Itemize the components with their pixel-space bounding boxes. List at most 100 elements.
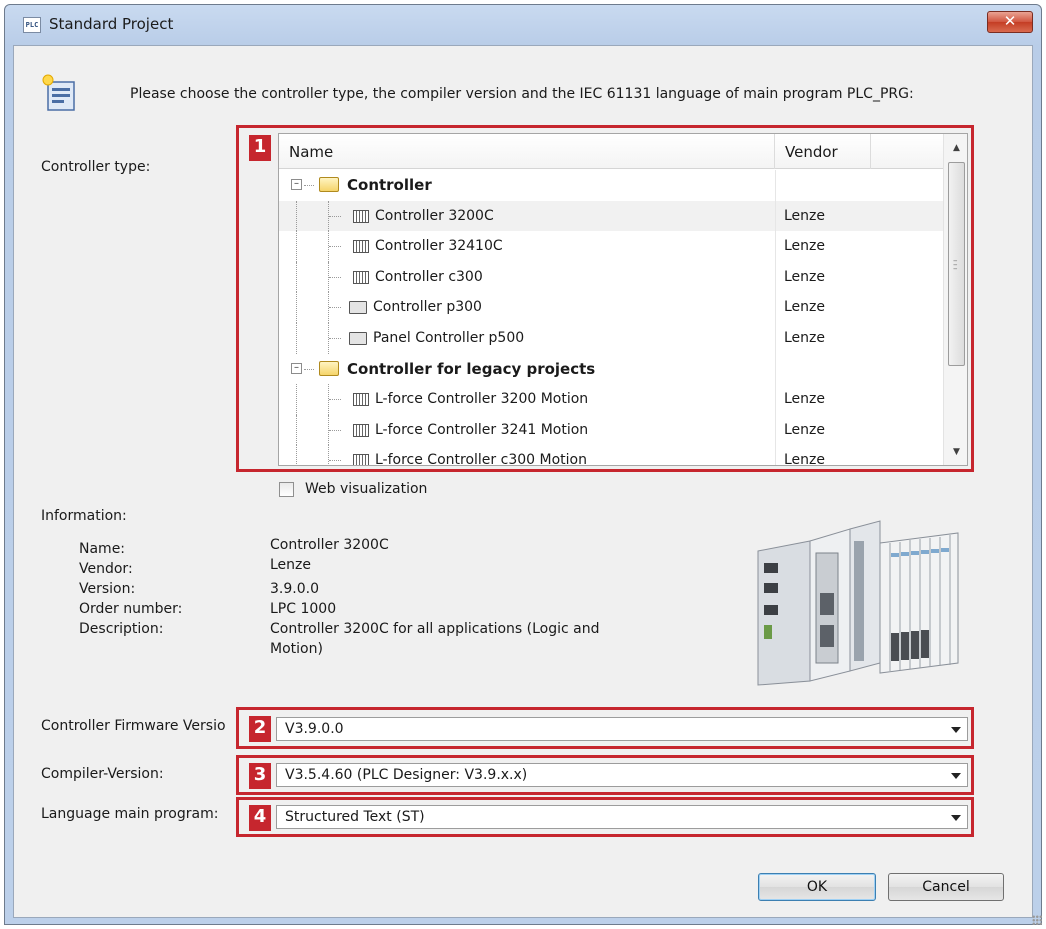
tree-connector [296, 445, 297, 465]
tree-vendor-cell [775, 353, 871, 385]
tree-item-label: Controller 3200C [375, 207, 494, 224]
resize-grip-icon[interactable] [1032, 915, 1042, 925]
language-main-program-value: Structured Text (ST) [285, 809, 425, 825]
tree-connector [329, 246, 341, 248]
tree-item-row[interactable]: Controller c300 Lenze [279, 261, 943, 293]
tree-connector [329, 460, 341, 462]
info-vendor-label: Vendor: [79, 561, 133, 577]
info-version-label: Version: [79, 581, 136, 597]
folder-icon [319, 360, 339, 376]
tree-vendor-cell: Lenze [775, 231, 871, 262]
tree-item-label: Panel Controller p500 [373, 329, 525, 346]
tree-rows: – Controller Controller 3200C Lenze Controll… [279, 170, 943, 466]
chip-icon [353, 270, 369, 284]
tree-connector [296, 292, 297, 323]
collapse-icon[interactable]: – [291, 362, 302, 374]
column-header-vendor[interactable]: Vendor [775, 134, 871, 169]
firmware-version-value: V3.9.0.0 [285, 721, 344, 737]
instruction-text: Please choose the controller type, the c… [130, 86, 914, 102]
badge-2: 2 [249, 716, 271, 742]
tree-vendor-cell: Lenze [775, 322, 871, 354]
tree-item-label: Controller c300 [375, 268, 483, 285]
close-button[interactable]: ✕ [987, 11, 1033, 33]
panel-icon [349, 301, 367, 315]
tree-vendor-cell [775, 170, 871, 201]
chip-icon [353, 393, 369, 407]
compiler-version-label: Compiler-Version: [41, 766, 164, 782]
web-visualization-label[interactable]: Web visualization [305, 481, 427, 497]
tree-item-row[interactable]: Controller p300 Lenze [279, 292, 943, 323]
tree-connector [329, 276, 341, 278]
controller-type-tree[interactable]: Name Vendor – Controller Controller 3200C L… [278, 133, 968, 466]
tree-group-label: Controller for legacy projects [347, 359, 596, 378]
tree-vendor-cell: Lenze [775, 384, 871, 415]
badge-3: 3 [249, 763, 271, 789]
firmware-version-select[interactable]: V3.9.0.0 [276, 717, 968, 741]
tree-item-row[interactable]: L-force Controller 3200 Motion Lenze [279, 384, 943, 415]
tree-item-label: L-force Controller 3241 Motion [375, 421, 589, 438]
tree-connector [296, 414, 297, 446]
tree-vertical-scrollbar[interactable]: ▲ – – – ▼ [943, 134, 967, 465]
tree-vendor-cell: Lenze [775, 200, 871, 232]
scroll-up-arrow-icon[interactable]: ▲ [944, 138, 967, 158]
tree-item-row[interactable]: Controller 32410C Lenze [279, 231, 943, 262]
dropdown-arrow-icon[interactable] [951, 773, 961, 779]
wizard-project-icon [42, 74, 75, 111]
chip-icon [353, 454, 369, 465]
tree-vendor-cell: Lenze [775, 445, 871, 465]
chip-icon [353, 423, 369, 437]
firmware-version-label: Controller Firmware Versio [41, 718, 226, 734]
tree-connector [296, 384, 297, 415]
window-title: Standard Project [49, 15, 174, 33]
info-description-label: Description: [79, 621, 164, 637]
tree-item-row[interactable]: Panel Controller p500 Lenze [279, 322, 943, 354]
web-visualization-checkbox[interactable] [279, 482, 294, 497]
tree-header: Name Vendor [279, 134, 943, 169]
badge-1: 1 [249, 135, 271, 161]
tree-group-row[interactable]: – Controller [279, 170, 943, 201]
info-vendor-value: Lenze [270, 557, 312, 573]
scrollbar-grip-icon: – – – [953, 256, 958, 274]
dropdown-arrow-icon[interactable] [951, 815, 961, 821]
tree-connector [329, 215, 341, 217]
info-version-value: 3.9.0.0 [270, 581, 319, 597]
tree-connector [329, 399, 341, 401]
tree-item-label: L-force Controller 3200 Motion [375, 391, 589, 408]
info-description-line1: Controller 3200C for all applications (L… [270, 621, 600, 637]
tree-group-row[interactable]: – Controller for legacy projects [279, 353, 943, 385]
ok-button[interactable]: OK [758, 873, 876, 901]
scrollbar-thumb[interactable]: – – – [948, 162, 965, 366]
tree-vendor-cell: Lenze [775, 414, 871, 446]
title-bar[interactable]: PLC Standard Project ✕ [5, 5, 1041, 45]
collapse-icon[interactable]: – [291, 179, 302, 190]
tree-connector [328, 445, 329, 465]
cancel-button[interactable]: Cancel [888, 873, 1004, 901]
tree-item-row[interactable]: L-force Controller c300 Motion Lenze [279, 445, 943, 466]
dropdown-arrow-icon[interactable] [951, 727, 961, 733]
info-name-value: Controller 3200C [270, 537, 389, 553]
chip-icon [353, 209, 369, 223]
compiler-version-select[interactable]: V3.5.4.60 (PLC Designer: V3.9.x.x) [276, 763, 968, 787]
scroll-down-arrow-icon[interactable]: ▼ [944, 442, 967, 462]
folder-icon [319, 177, 339, 192]
tree-group-label: Controller [347, 176, 432, 194]
column-header-name[interactable]: Name [279, 134, 775, 169]
tree-connector [296, 231, 297, 262]
tree-item-label: L-force Controller c300 Motion [375, 452, 587, 466]
tree-connector [296, 261, 297, 293]
tree-connector [329, 307, 341, 309]
info-order-label: Order number: [79, 601, 183, 617]
tree-item-label: Controller 32410C [375, 238, 503, 255]
language-main-program-select[interactable]: Structured Text (ST) [276, 805, 968, 829]
language-main-program-label: Language main program: [41, 806, 219, 822]
tree-vendor-cell: Lenze [775, 292, 871, 323]
info-name-label: Name: [79, 541, 126, 557]
tree-vendor-cell: Lenze [775, 261, 871, 293]
plc-app-icon: PLC [23, 17, 41, 33]
controller-type-label: Controller type: [41, 159, 151, 175]
tree-item-row[interactable]: Controller 3200C Lenze [279, 200, 943, 232]
tree-item-row[interactable]: L-force Controller 3241 Motion Lenze [279, 414, 943, 446]
information-label: Information: [41, 508, 127, 524]
tree-connector [296, 322, 297, 354]
badge-4: 4 [249, 805, 271, 831]
